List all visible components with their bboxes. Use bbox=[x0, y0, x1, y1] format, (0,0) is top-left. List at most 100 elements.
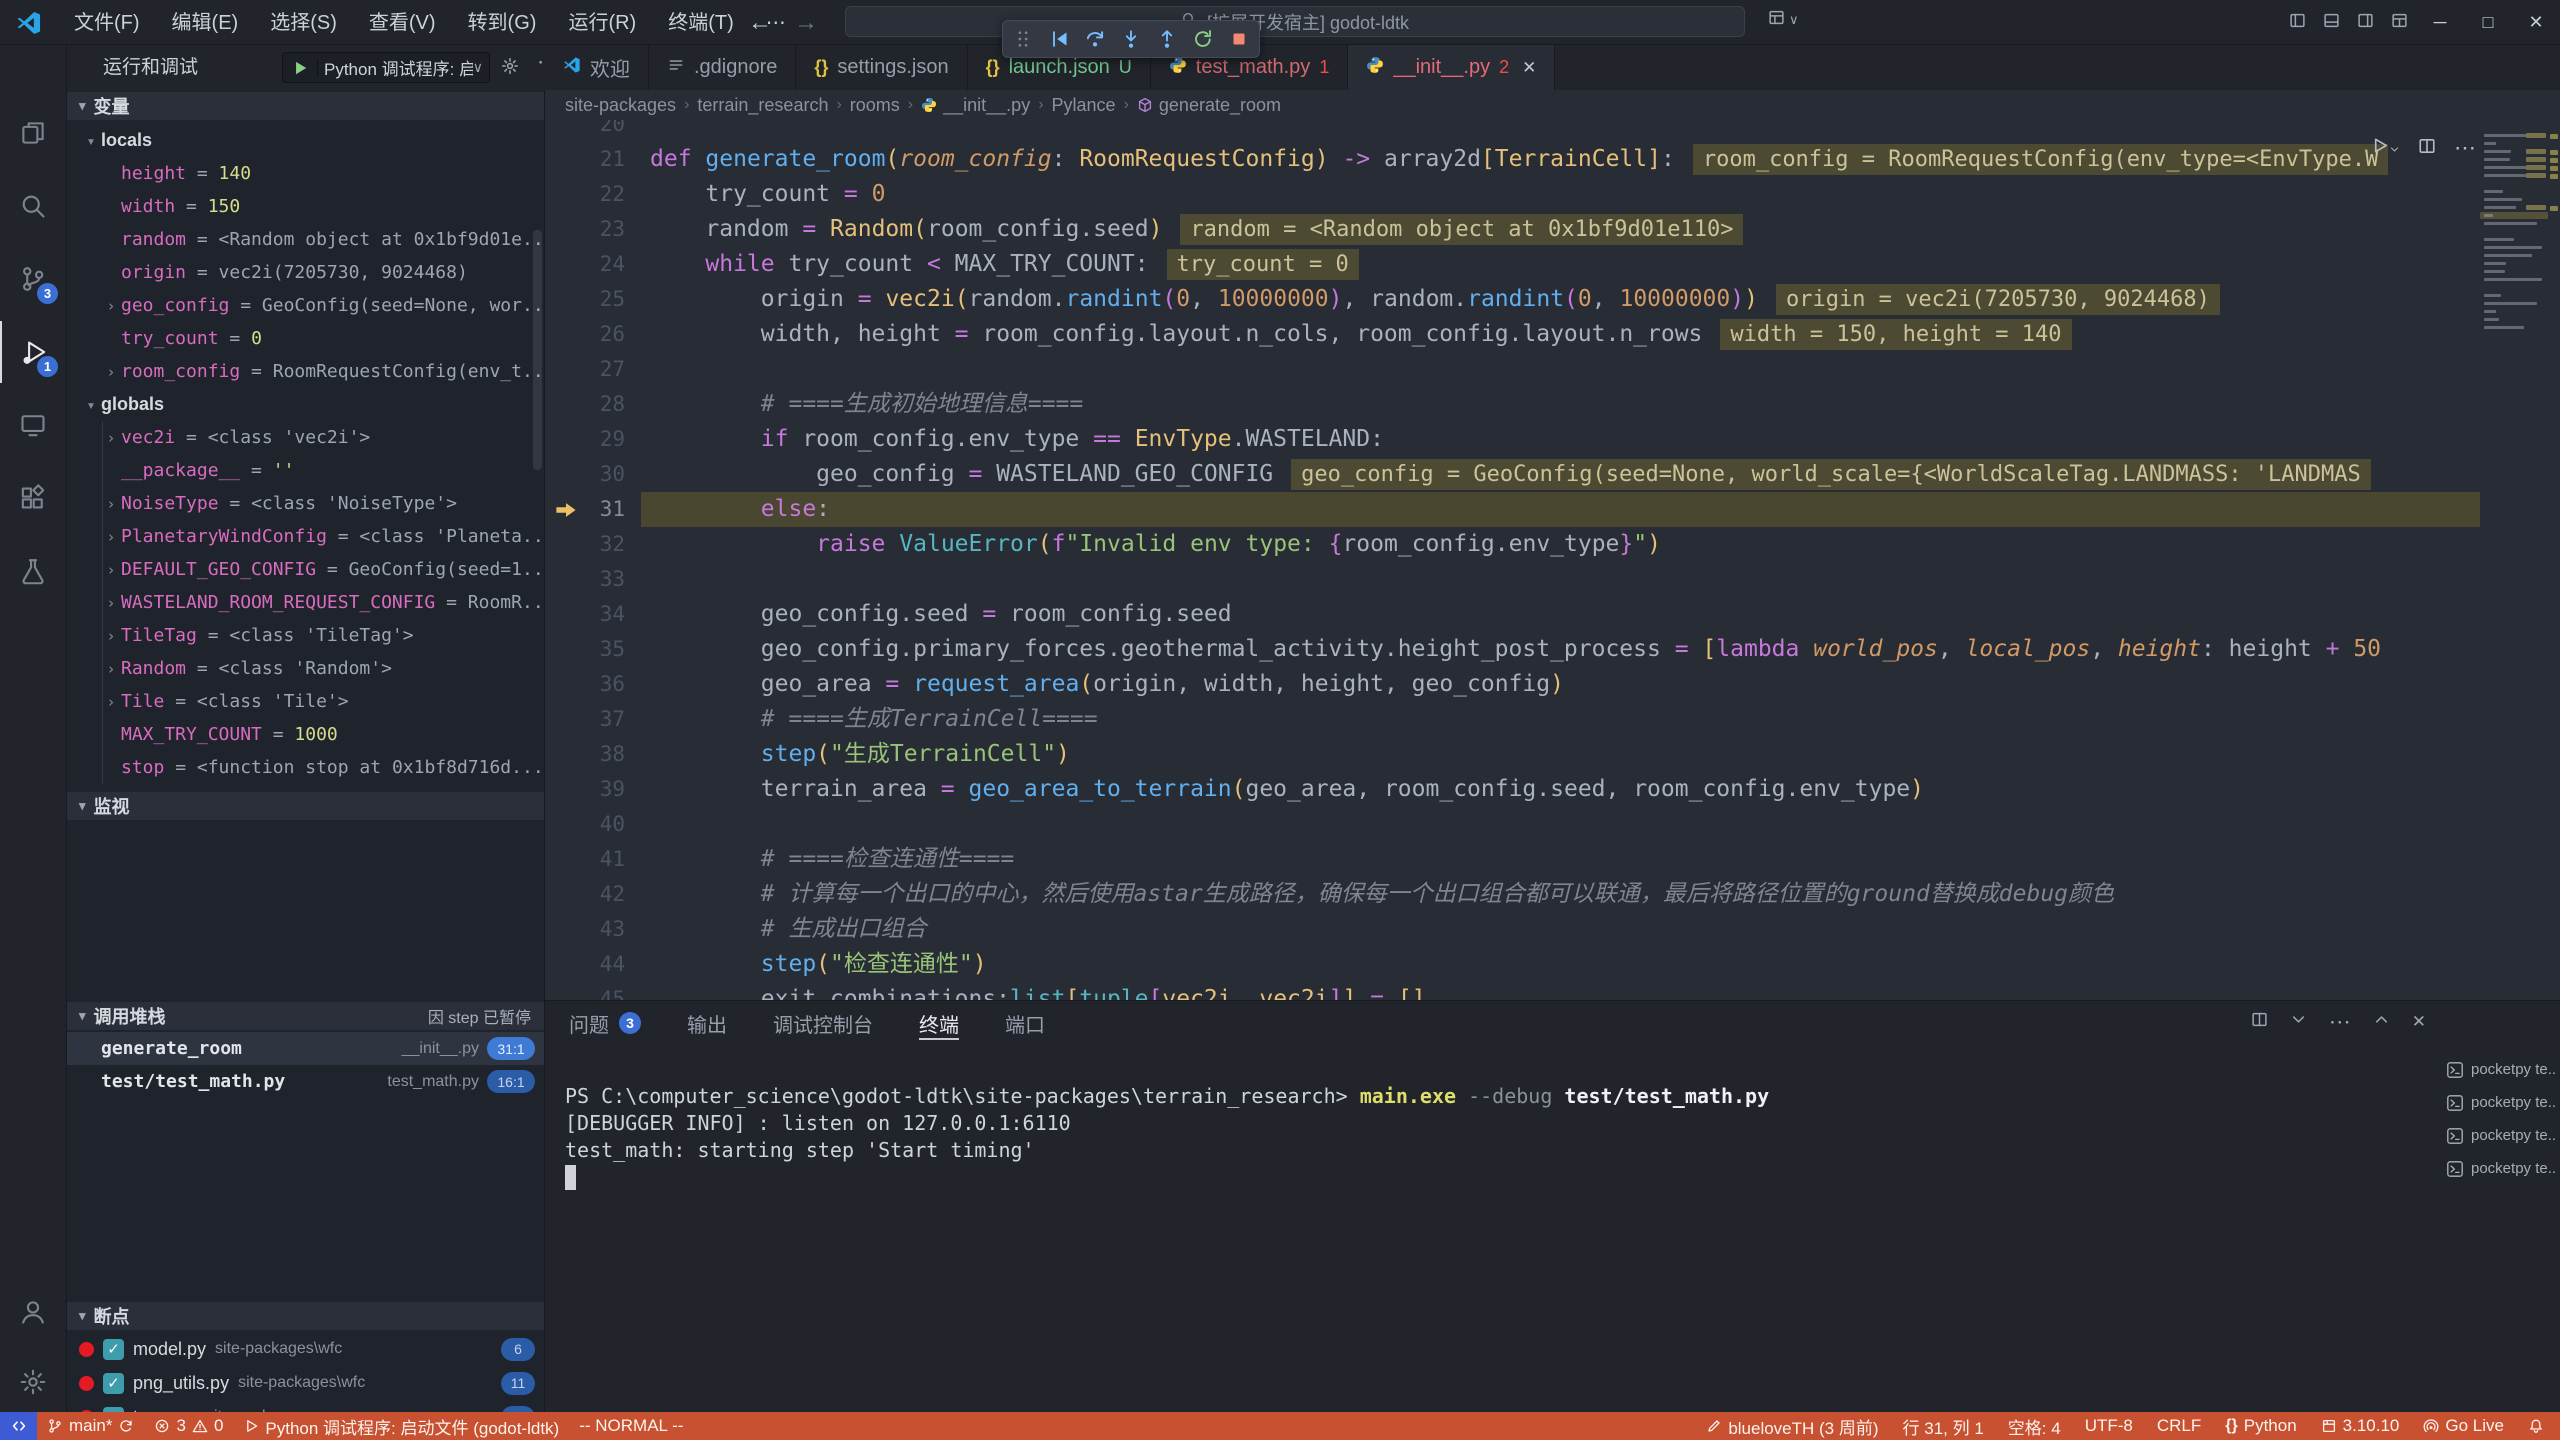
panel-tab-输出[interactable]: 输出 bbox=[687, 1001, 727, 1045]
status-item-language-mode[interactable]: {}Python bbox=[2225, 1416, 2296, 1436]
code-editor[interactable]: site-packages›terrain_research›rooms›__i… bbox=[545, 90, 2560, 1000]
code-line-25[interactable]: 25 origin = vec2i(random.randint(0, 1000… bbox=[545, 282, 2560, 317]
breakpoint-checkbox[interactable]: ✓ bbox=[103, 1373, 124, 1394]
code-line-42[interactable]: 42 # 计算每一个出口的中心，然后使用astar生成路径，确保每一个出口组合都… bbox=[545, 877, 2560, 912]
status-item-vim-mode[interactable]: -- NORMAL -- bbox=[579, 1416, 683, 1436]
variable-row[interactable]: MAX_TRY_COUNT = 1000 bbox=[67, 718, 545, 751]
variable-row[interactable]: ›DEFAULT_GEO_CONFIG = GeoConfig(seed=1..… bbox=[67, 553, 545, 586]
code-line-21[interactable]: 21def generate_room(room_config: RoomReq… bbox=[545, 142, 2560, 177]
menu-item[interactable]: 终端(T) bbox=[652, 6, 750, 40]
code-line-28[interactable]: 28 # ====生成初始地理信息==== bbox=[545, 387, 2560, 422]
variable-row[interactable]: ›TileTag = <class 'TileTag'> bbox=[67, 619, 545, 652]
code-line-32[interactable]: 32 raise ValueError(f"Invalid env type: … bbox=[545, 527, 2560, 562]
debug-settings-gear-icon[interactable] bbox=[501, 57, 519, 80]
menu-item[interactable]: 转到(G) bbox=[452, 6, 553, 40]
maximize-button[interactable]: □ bbox=[2464, 0, 2512, 45]
variable-row[interactable]: height = 140 bbox=[67, 157, 545, 190]
tab-settings.json[interactable]: {}settings.json bbox=[796, 45, 967, 90]
panel-tab-终端[interactable]: 终端 bbox=[919, 1001, 959, 1045]
forward-icon[interactable]: → bbox=[794, 9, 818, 37]
code-line-22[interactable]: 22 try_count = 0 bbox=[545, 177, 2560, 212]
line-number[interactable]: 31 bbox=[545, 492, 625, 527]
variable-row[interactable]: ›vec2i = <class 'vec2i'> bbox=[67, 421, 545, 454]
code-line-38[interactable]: 38 step("生成TerrainCell") bbox=[545, 737, 2560, 772]
terminal-instance-item[interactable]: pocketpy te... bbox=[2446, 1053, 2556, 1086]
variables-scrollbar[interactable] bbox=[533, 230, 542, 470]
stack-frame[interactable]: test/test_math.pytest_math.py16:1 bbox=[67, 1065, 545, 1098]
open-remote-window-button[interactable]: ∨ bbox=[1768, 9, 1799, 31]
code-line-45[interactable]: 45 exit_combinations:list[tuple[vec2i, v… bbox=[545, 982, 2560, 1000]
variable-row[interactable]: ›WASTELAND_ROOM_REQUEST_CONFIG = RoomR..… bbox=[67, 586, 545, 619]
code-line-30[interactable]: 30 geo_config = WASTELAND_GEO_CONFIGgeo_… bbox=[545, 457, 2560, 492]
line-number[interactable]: 44 bbox=[545, 947, 625, 982]
line-number[interactable]: 28 bbox=[545, 387, 625, 422]
close-panel-icon[interactable]: ✕ bbox=[2412, 1012, 2426, 1032]
code-line-33[interactable]: 33 bbox=[545, 562, 2560, 597]
code-line-44[interactable]: 44 step("检查连通性") bbox=[545, 947, 2560, 982]
status-item-debug-session[interactable]: Python 调试程序: 启动文件 (godot-ldtk) bbox=[243, 1414, 559, 1439]
code-line-31[interactable]: 31 else: bbox=[545, 492, 2560, 527]
variable-row[interactable]: ›PlanetaryWindConfig = <class 'Planeta..… bbox=[67, 520, 545, 553]
code-line-26[interactable]: 26 width, height = room_config.layout.n_… bbox=[545, 317, 2560, 352]
line-number[interactable]: 30 bbox=[545, 457, 625, 492]
line-number[interactable]: 33 bbox=[545, 562, 625, 597]
line-number[interactable]: 34 bbox=[545, 597, 625, 632]
status-item-notifications[interactable] bbox=[2528, 1418, 2544, 1434]
menu-item[interactable]: 查看(V) bbox=[353, 6, 452, 40]
code-line-20[interactable]: 20 bbox=[545, 120, 2560, 142]
activity-item-run-and-debug[interactable]: 1 bbox=[0, 321, 66, 383]
status-item-problems[interactable]: 30 bbox=[154, 1416, 223, 1436]
activity-item-account[interactable] bbox=[0, 1281, 66, 1343]
command-center-search[interactable]: [扩展开发宿主] godot-ldtk bbox=[845, 6, 1745, 37]
remote-indicator[interactable] bbox=[0, 1412, 37, 1440]
code-line-24[interactable]: 24 while try_count < MAX_TRY_COUNT:try_c… bbox=[545, 247, 2560, 282]
variable-row[interactable]: width = 150 bbox=[67, 190, 545, 223]
section-header-call-stack[interactable]: ▾调用堆栈因 step 已暂停 bbox=[67, 1002, 545, 1030]
line-number[interactable]: 26 bbox=[545, 317, 625, 352]
activity-item-extensions[interactable] bbox=[0, 467, 66, 529]
split-editor-icon[interactable] bbox=[2418, 137, 2436, 160]
terminal-instance-item[interactable]: pocketpy te... bbox=[2446, 1119, 2556, 1152]
variable-row[interactable]: ›geo_config = GeoConfig(seed=None, wor..… bbox=[67, 289, 545, 322]
code-line-34[interactable]: 34 geo_config.seed = room_config.seed bbox=[545, 597, 2560, 632]
menu-item[interactable]: 选择(S) bbox=[254, 6, 353, 40]
code-line-29[interactable]: 29 if room_config.env_type == EnvType.WA… bbox=[545, 422, 2560, 457]
terminal-instance-item[interactable]: pocketpy te... bbox=[2446, 1152, 2556, 1185]
code-line-37[interactable]: 37 # ====生成TerrainCell==== bbox=[545, 702, 2560, 737]
step-out-button[interactable] bbox=[1157, 29, 1177, 49]
line-number[interactable]: 23 bbox=[545, 212, 625, 247]
code-line-36[interactable]: 36 geo_area = request_area(origin, width… bbox=[545, 667, 2560, 702]
editor-more-actions-icon[interactable]: ⋯ bbox=[2454, 135, 2476, 161]
minimize-button[interactable]: ─ bbox=[2416, 0, 2464, 45]
restart-button[interactable] bbox=[1193, 29, 1213, 49]
toggle-secondary-sidebar-icon[interactable] bbox=[2348, 12, 2382, 34]
activity-item-source-control[interactable]: 3 bbox=[0, 248, 66, 310]
code-line-43[interactable]: 43 # 生成出口组合 bbox=[545, 912, 2560, 947]
maximize-panel-icon[interactable] bbox=[2373, 1011, 2390, 1033]
split-terminal-icon[interactable] bbox=[2251, 1011, 2268, 1033]
line-number[interactable]: 32 bbox=[545, 527, 625, 562]
code-line-23[interactable]: 23 random = Random(room_config.seed)rand… bbox=[545, 212, 2560, 247]
status-item-go-live[interactable]: Go Live bbox=[2423, 1416, 2504, 1436]
breakpoint-row[interactable]: ✓png_utils.pysite-packages\wfc11 bbox=[67, 1366, 545, 1400]
menu-item[interactable]: 运行(R) bbox=[552, 6, 652, 40]
line-number[interactable]: 25 bbox=[545, 282, 625, 317]
line-number[interactable]: 43 bbox=[545, 912, 625, 947]
variable-row[interactable]: ›Random = <class 'Random'> bbox=[67, 652, 545, 685]
tab-.gdignore[interactable]: .gdignore bbox=[649, 45, 796, 90]
breadcrumb-item[interactable]: generate_room bbox=[1137, 95, 1281, 116]
close-window-button[interactable]: ✕ bbox=[2512, 0, 2560, 45]
line-number[interactable]: 39 bbox=[545, 772, 625, 807]
variable-row[interactable]: random = <Random object at 0x1bf9d01e... bbox=[67, 223, 545, 256]
terminal-dropdown-icon[interactable] bbox=[2290, 1011, 2307, 1033]
code-line-40[interactable]: 40 bbox=[545, 807, 2560, 842]
variable-row[interactable]: origin = vec2i(7205730, 9024468) bbox=[67, 256, 545, 289]
start-debugging-icon[interactable] bbox=[283, 59, 318, 77]
tab-__init__.py[interactable]: __init__.py2✕ bbox=[1348, 45, 1555, 90]
activity-item-testing[interactable] bbox=[0, 540, 66, 602]
line-number[interactable]: 29 bbox=[545, 422, 625, 457]
breadcrumb-item[interactable]: terrain_research bbox=[697, 95, 828, 116]
line-number[interactable]: 22 bbox=[545, 177, 625, 212]
panel-tab-端口[interactable]: 端口 bbox=[1005, 1001, 1045, 1045]
activity-item-settings[interactable] bbox=[0, 1351, 66, 1413]
